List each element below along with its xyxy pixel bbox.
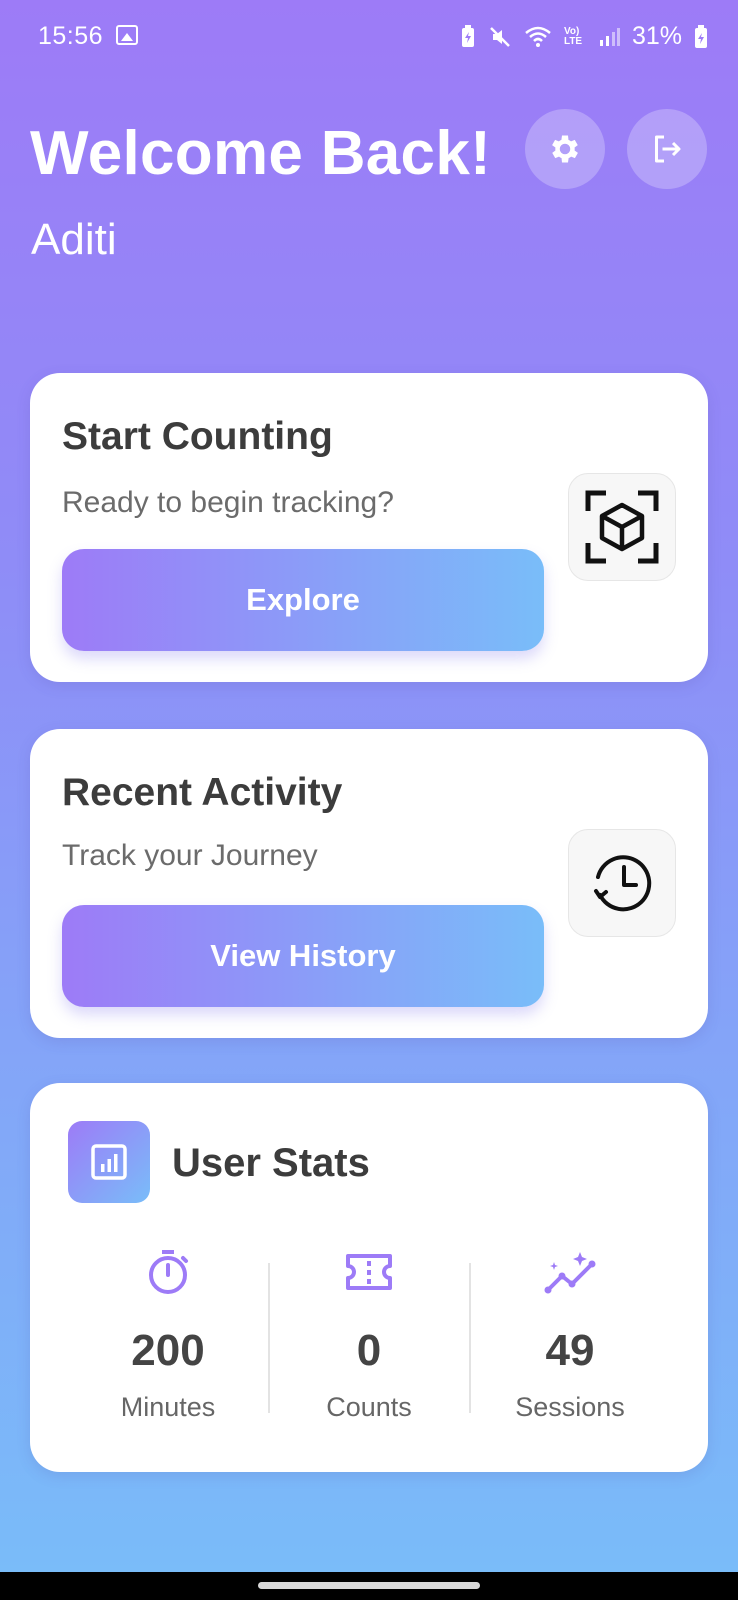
status-time: 15:56 — [38, 22, 104, 50]
stat-label: Counts — [326, 1392, 412, 1422]
start-counting-subtitle: Ready to begin tracking? — [62, 486, 394, 519]
system-nav-bar — [0, 1572, 738, 1600]
stat-label: Sessions — [515, 1392, 625, 1422]
stat-sessions: 49 Sessions — [470, 1248, 670, 1423]
stat-value: 0 — [356, 1326, 382, 1375]
explore-button[interactable]: Explore — [62, 549, 544, 651]
view-history-button[interactable]: View History — [62, 905, 544, 1007]
stat-label: Minutes — [120, 1392, 216, 1422]
history-clock-icon — [594, 855, 652, 912]
status-bar: 15:56 Vo) LTE 31% — [0, 0, 738, 72]
mute-icon — [490, 26, 510, 47]
timer-icon — [149, 1250, 188, 1294]
cube-scan-icon — [585, 490, 659, 564]
wifi-icon — [525, 26, 551, 47]
home-gesture-handle[interactable] — [258, 1582, 480, 1589]
ar-scan-icon-box — [568, 473, 676, 581]
recent-activity-subtitle: Track your Journey — [62, 839, 318, 872]
recent-activity-card: Recent Activity Track your Journey View … — [30, 729, 708, 1038]
trend-sparkle-icon — [544, 1252, 596, 1294]
start-counting-card: Start Counting Ready to begin tracking? … — [30, 373, 708, 682]
logout-button[interactable] — [627, 109, 707, 189]
battery-saver-icon — [461, 24, 474, 47]
recent-activity-title: Recent Activity — [62, 771, 343, 814]
page-title: Welcome Back! — [30, 119, 492, 188]
battery-charging-icon — [695, 24, 707, 48]
history-icon-box — [568, 829, 676, 937]
stat-counts: 0 Counts — [269, 1248, 469, 1423]
status-icons: Vo) LTE 31% — [460, 22, 708, 51]
signal-icon — [599, 27, 620, 46]
volte-indicator: Vo) LTE — [563, 25, 583, 47]
stat-value: 200 — [131, 1326, 205, 1375]
user-stats-title: User Stats — [172, 1141, 370, 1185]
battery-percent: 31% — [631, 22, 682, 50]
stat-value: 49 — [545, 1326, 595, 1375]
settings-button[interactable] — [525, 109, 605, 189]
user-stats-card: User Stats 200 Minutes 0 Counts 49 Sessi… — [30, 1083, 708, 1472]
gallery-notification-icon — [116, 25, 138, 45]
gear-icon — [552, 135, 578, 163]
stats-icon-box — [68, 1121, 150, 1203]
stat-minutes: 200 Minutes — [68, 1248, 268, 1423]
start-counting-title: Start Counting — [62, 415, 333, 458]
bar-chart-icon — [91, 1144, 127, 1180]
ticket-icon — [346, 1254, 392, 1290]
user-name: Aditi — [31, 215, 117, 264]
logout-icon — [655, 135, 681, 163]
